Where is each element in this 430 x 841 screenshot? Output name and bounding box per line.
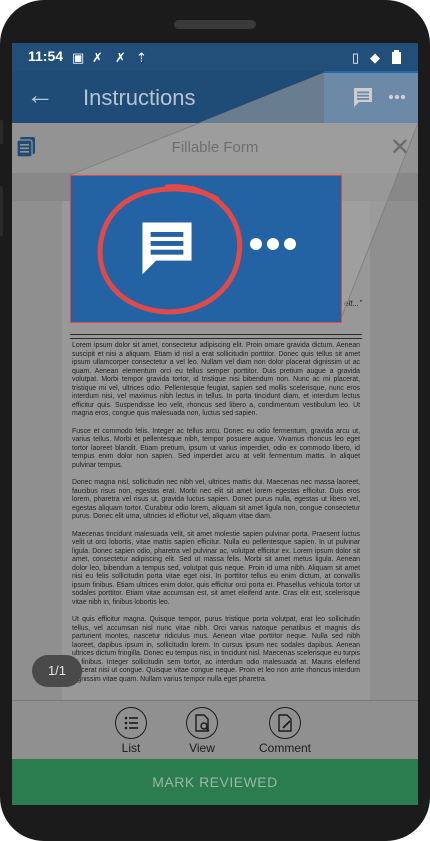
- phone-side-button: [0, 120, 3, 144]
- document-paragraph: Donec magna nisl, sollicitudin nec nibh …: [72, 479, 360, 520]
- mark-reviewed-button[interactable]: MARK REVIEWED: [12, 759, 418, 805]
- phone-frame: 11:54 ▣ ✗ ✗ ⇡ ▯ ◆ ← Instructions elt..."…: [0, 0, 430, 841]
- phone-speaker: [174, 20, 256, 29]
- view-document-icon: [186, 707, 218, 739]
- screen: 11:54 ▣ ✗ ✗ ⇡ ▯ ◆ ← Instructions elt..."…: [12, 43, 418, 805]
- bottom-nav: List View Comment: [12, 700, 418, 761]
- comment-edit-icon: [269, 707, 301, 739]
- document-paragraph: Fusce et commodo felis. Integer ac tellu…: [72, 427, 360, 469]
- more-icon: [250, 238, 296, 250]
- document-paragraph: Maecenas tincidunt malesuada velit, sit …: [72, 530, 360, 606]
- nav-comment-button[interactable]: Comment: [250, 707, 320, 755]
- zoom-callout: [70, 175, 342, 323]
- nav-list-label: List: [121, 741, 141, 755]
- document-paragraph: Lorem ipsum dolor sit amet, consectetur …: [72, 342, 360, 417]
- comment-icon: [142, 222, 192, 275]
- nav-view-label: View: [189, 741, 215, 755]
- nav-comment-label: Comment: [258, 741, 311, 755]
- page-indicator: 1/1: [32, 655, 82, 687]
- nav-view-button[interactable]: View: [167, 707, 237, 755]
- document-paragraph: Ut quis efficitur magna. Quisque tempor,…: [72, 616, 360, 683]
- document-body: Lorem ipsum dolor sit amet, consectetur …: [72, 342, 360, 693]
- nav-list-button[interactable]: List: [96, 707, 166, 755]
- phone-volume-button: [0, 186, 3, 236]
- list-icon: [115, 707, 147, 739]
